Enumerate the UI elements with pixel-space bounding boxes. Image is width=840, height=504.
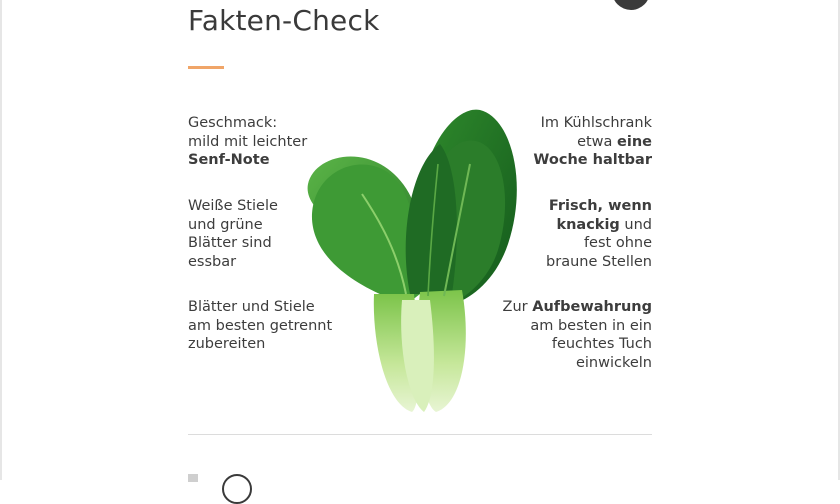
fact-taste-highlight: Senf-Note (188, 152, 270, 168)
fact-edible-line1: Weiße Stiele (188, 198, 278, 214)
page-title: Fakten-Check (188, 4, 380, 37)
clock-icon (222, 474, 252, 504)
fact-edible-line4: essbar (188, 253, 237, 270)
fact-shelf-line3-bold: Woche haltbar (533, 152, 652, 168)
fact-shelf-line2-bold: eine (617, 133, 652, 150)
title-accent-line (188, 66, 224, 69)
fact-fresh-line2-post: und (619, 216, 652, 233)
fact-edible-line3: Blätter sind (188, 235, 272, 251)
fact-edible-parts: Weiße Stiele und grüne Blätter sind essb… (188, 197, 278, 271)
fact-fresh-line2-bold: knackig (556, 216, 620, 233)
bok-choy-illustration (307, 109, 517, 412)
fact-taste: Geschmack: mild mit leichter Senf-Note (188, 114, 307, 170)
footer-icon (188, 474, 198, 482)
fact-fresh-line3: fest ohne (583, 235, 652, 251)
fact-shelf-line1: Im Kühlschrank (540, 115, 652, 131)
fact-freshness: Frisch, wenn knackig und fest ohne braun… (546, 197, 652, 271)
page-frame-left (0, 0, 2, 480)
fact-taste-line1: Geschmack: (188, 115, 278, 131)
fact-taste-line2: mild mit leichter (188, 133, 308, 150)
fact-fresh-line4: braune Stellen (546, 253, 652, 270)
fact-storage-line1-bold: Aufbewahrung (532, 299, 652, 315)
fact-shelf-line2-pre: etwa (577, 133, 618, 150)
fact-edible-line2: und grüne (188, 216, 263, 233)
fact-fresh-line1-bold: Frisch, wenn (548, 198, 652, 214)
fact-shelf-life: Im Kühlschrank etwa eine Woche haltbar (533, 114, 652, 170)
section-divider (188, 434, 652, 435)
menu-button[interactable] (612, 0, 650, 10)
